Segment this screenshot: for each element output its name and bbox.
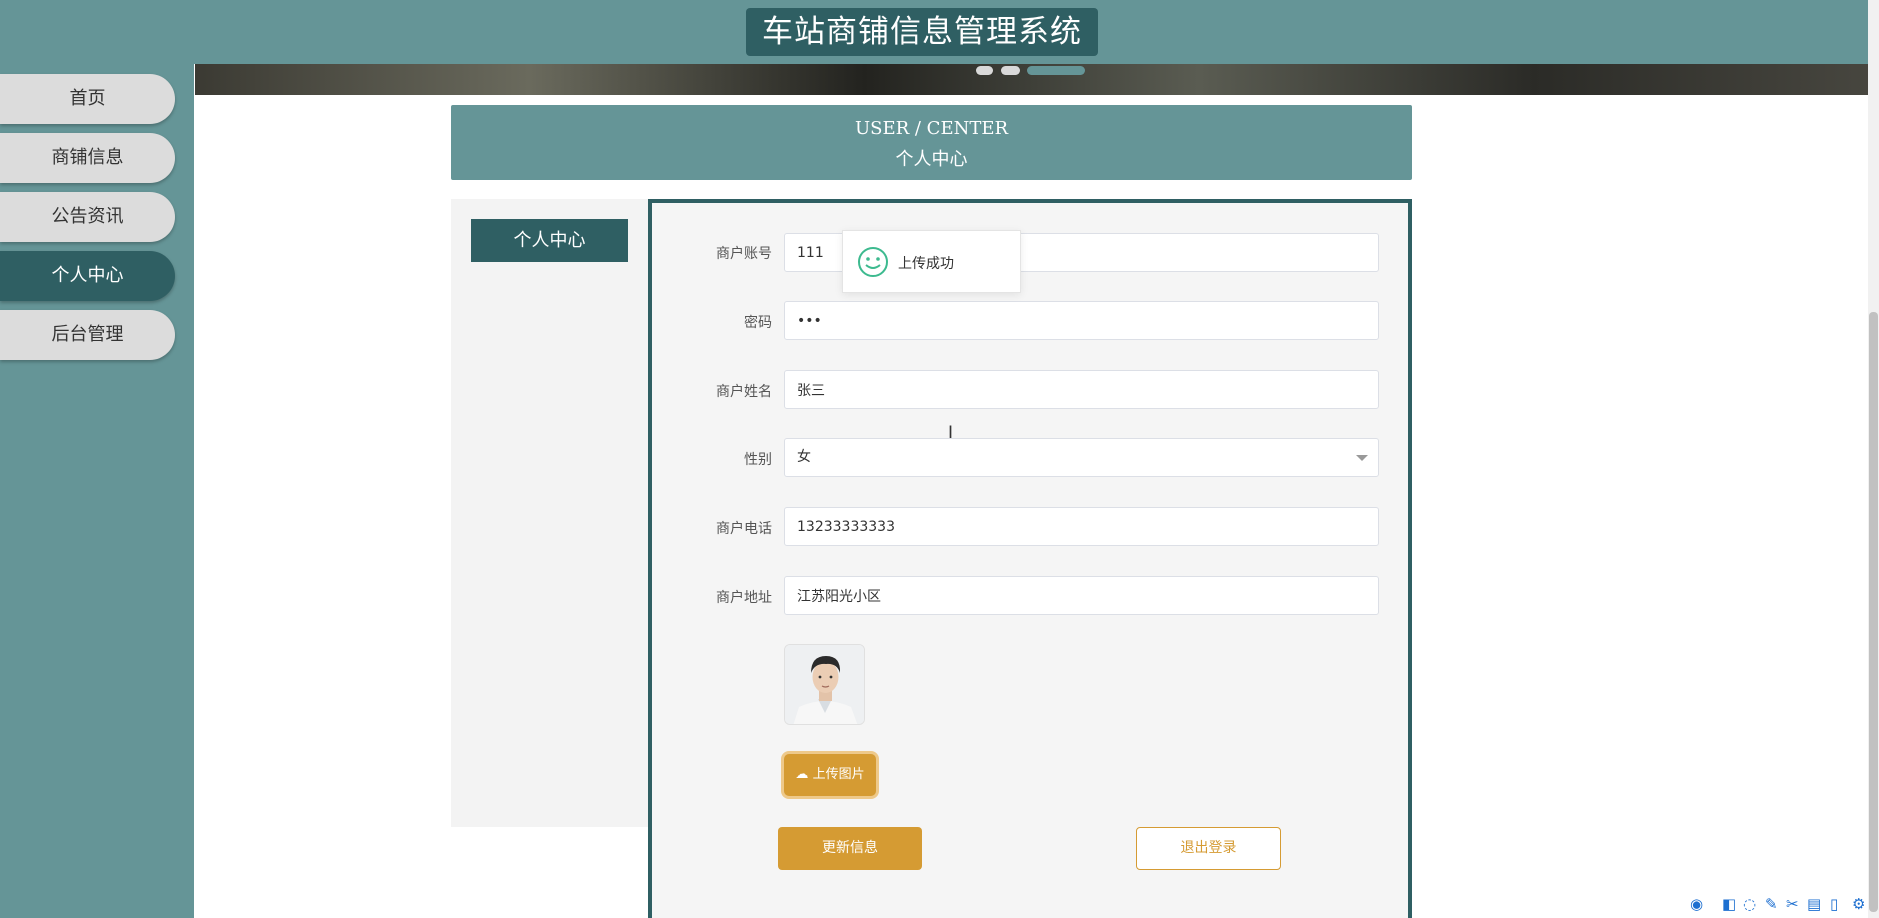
page-scrollbar[interactable]	[1868, 0, 1879, 918]
carousel-dot-1[interactable]	[976, 66, 993, 75]
sidebar-item-shop-info[interactable]: 商铺信息	[0, 133, 175, 183]
toast-notification: 上传成功	[842, 230, 1021, 293]
sidebar-item-admin[interactable]: 后台管理	[0, 310, 175, 360]
pen-icon[interactable]: ✎	[1765, 895, 1778, 913]
name-input[interactable]	[784, 370, 1379, 409]
password-label: 密码	[744, 315, 772, 331]
update-info-button[interactable]: 更新信息	[778, 827, 922, 870]
text-cursor-icon: I	[948, 423, 954, 443]
toast-message: 上传成功	[898, 256, 954, 272]
sidebar-item-user-center[interactable]: 个人中心	[0, 251, 175, 301]
cloud-upload-icon: ☁	[795, 767, 813, 782]
sidebar-item-home[interactable]: 首页	[0, 74, 175, 124]
upload-image-label: 上传图片	[812, 767, 865, 782]
tools-icon[interactable]: ⚙	[1852, 895, 1865, 913]
upload-image-button[interactable]: ☁ 上传图片	[784, 754, 876, 796]
user-center-left-panel	[451, 199, 649, 827]
address-input[interactable]	[784, 576, 1379, 615]
keyboard-icon[interactable]: ▤	[1807, 895, 1821, 913]
user-center-header: USER / CENTER 个人中心	[451, 105, 1412, 180]
smiley-icon	[858, 247, 888, 277]
ime-icon[interactable]: ◉	[1690, 895, 1703, 913]
clipboard-icon[interactable]: ▯	[1830, 895, 1838, 913]
chinese-mode-icon[interactable]: ◧	[1722, 895, 1736, 913]
header-title-en: USER / CENTER	[854, 118, 1009, 139]
system-tray: ◉ ◧ ◌ ✎ ✂ ▤ ▯ ⚙	[1688, 892, 1879, 918]
scissors-icon[interactable]: ✂	[1786, 895, 1799, 913]
logout-button[interactable]: 退出登录	[1136, 827, 1281, 870]
name-label: 商户姓名	[716, 384, 772, 400]
carousel-dot-active[interactable]	[1027, 66, 1085, 75]
phone-label: 商户电话	[716, 521, 772, 537]
password-input[interactable]	[784, 301, 1379, 340]
header-title-cn: 个人中心	[895, 149, 968, 170]
carousel-dot-2[interactable]	[1001, 66, 1020, 75]
chevron-down-icon[interactable]	[1356, 455, 1368, 461]
phone-input[interactable]	[784, 507, 1379, 546]
punctuation-icon[interactable]: ◌	[1743, 895, 1756, 913]
address-label: 商户地址	[716, 590, 772, 606]
account-label: 商户账号	[716, 246, 772, 262]
top-bar: 车站商铺信息管理系统	[0, 0, 1868, 64]
avatar	[784, 644, 865, 725]
tab-user-center[interactable]: 个人中心	[471, 219, 628, 262]
app-title: 车站商铺信息管理系统	[746, 8, 1098, 56]
sidebar-item-announcements[interactable]: 公告资讯	[0, 192, 175, 242]
scrollbar-thumb[interactable]	[1869, 312, 1878, 912]
gender-select[interactable]: 女	[784, 438, 1379, 477]
gender-label: 性别	[744, 452, 772, 468]
